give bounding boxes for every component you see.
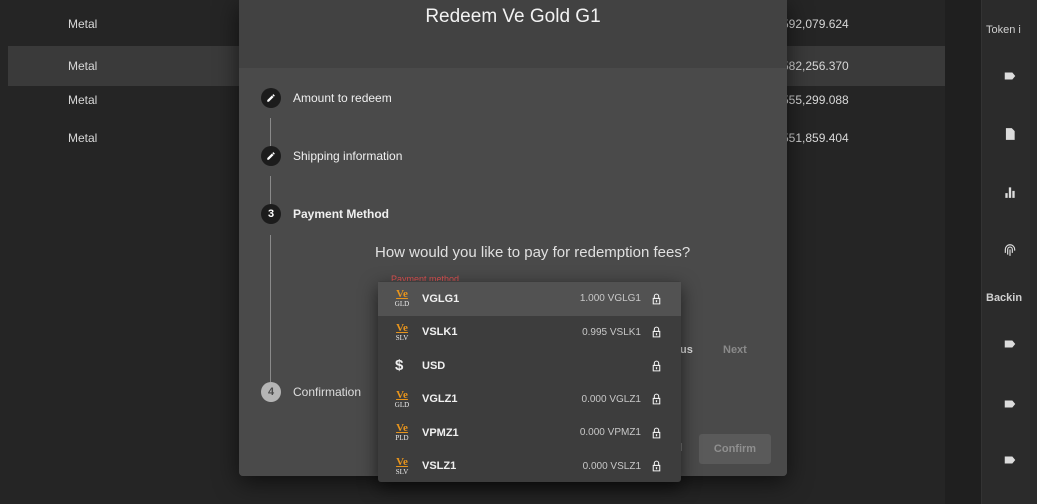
category-cell: Metal	[68, 93, 98, 107]
payment-option-vglz1[interactable]: Ve GLD VGLZ1 0.000 VGLZ1	[378, 383, 681, 417]
option-balance: 1.000 VGLG1	[579, 293, 641, 305]
right-side-panel: Token i Backin	[981, 0, 1037, 504]
step-payment-method[interactable]: 3 Payment Method	[261, 204, 389, 224]
dollar-icon: $	[395, 357, 404, 375]
confirm-button[interactable]: Confirm	[699, 434, 771, 464]
value-cell: 555,299.088	[782, 93, 849, 107]
tag-icon[interactable]	[1002, 336, 1018, 352]
bar-chart-icon[interactable]	[1002, 184, 1018, 200]
option-balance: 0.995 VSLK1	[582, 326, 641, 338]
step-label: Payment Method	[293, 207, 390, 221]
lock-icon	[650, 292, 663, 306]
backing-label: Backin	[986, 292, 1023, 304]
category-cell: Metal	[68, 131, 98, 145]
step-number: 4	[261, 382, 281, 402]
dialog-header: Redeem Ve Gold G1	[239, 0, 787, 68]
tag-icon[interactable]	[1002, 68, 1018, 84]
lock-icon	[650, 325, 663, 339]
step-label: Confirmation	[293, 385, 362, 399]
value-cell: 551,859.404	[782, 131, 849, 145]
document-icon[interactable]	[1002, 126, 1018, 142]
edit-icon	[261, 88, 281, 108]
option-balance: 0.000 VGLZ1	[581, 393, 641, 405]
edit-icon	[261, 146, 281, 166]
option-name: VGLZ1	[422, 393, 458, 406]
ve-silver-logo-icon: Ve SLV	[395, 321, 409, 342]
option-balance: 0.000 VSLZ1	[582, 460, 641, 472]
value-cell: 582,256.370	[782, 59, 849, 73]
category-cell: Metal	[68, 59, 98, 73]
ve-gold-logo-icon: Ve GLD	[394, 388, 410, 409]
lock-icon	[650, 359, 663, 373]
step-number: 3	[261, 204, 281, 224]
option-name: VSLZ1	[422, 460, 457, 473]
lock-icon	[650, 459, 663, 473]
fingerprint-icon[interactable]	[1002, 242, 1018, 258]
tag-icon[interactable]	[1002, 396, 1018, 412]
category-cell: Metal	[68, 17, 98, 31]
step-shipping-information[interactable]: Shipping information	[261, 146, 402, 166]
payment-option-vslz1[interactable]: Ve SLV VSLZ1 0.000 VSLZ1	[378, 450, 681, 484]
lock-icon	[650, 392, 663, 406]
option-name: VGLG1	[422, 292, 460, 305]
back-button-fragment[interactable]: us	[680, 344, 693, 356]
option-name: VPMZ1	[422, 426, 459, 439]
payment-option-usd[interactable]: $ USD	[378, 349, 681, 383]
ve-silver-logo-icon: Ve SLV	[395, 455, 409, 476]
option-name: USD	[422, 359, 446, 372]
payment-option-vslk1[interactable]: Ve SLV VSLK1 0.995 VSLK1	[378, 316, 681, 350]
tag-icon[interactable]	[1002, 452, 1018, 468]
step-confirmation[interactable]: 4 Confirmation	[261, 382, 361, 402]
next-button[interactable]: Next	[723, 344, 747, 356]
option-balance: 0.000 VPMZ1	[579, 427, 641, 439]
payment-option-vpmz1[interactable]: Ve PLD VPMZ1 0.000 VPMZ1	[378, 416, 681, 450]
payment-method-menu: Ve GLD VGLG1 1.000 VGLG1 Ve SLV VSLK1 0.…	[378, 281, 681, 482]
step-label: Shipping information	[293, 149, 403, 163]
lock-icon	[650, 426, 663, 440]
dialog-title: Redeem Ve Gold G1	[425, 6, 601, 27]
ve-platinum-logo-icon: Ve PLD	[395, 422, 409, 443]
step-label: Amount to redeem	[293, 91, 392, 105]
ve-gold-logo-icon: Ve GLD	[394, 288, 410, 309]
token-info-label: Token i	[986, 24, 1021, 36]
value-cell: 592,079.624	[782, 17, 849, 31]
payment-option-vglg1[interactable]: Ve GLD VGLG1 1.000 VGLG1	[378, 282, 681, 316]
step-amount-to-redeem[interactable]: Amount to redeem	[261, 88, 392, 108]
step-connector	[270, 235, 271, 382]
payment-question: How would you like to pay for redemption…	[375, 244, 691, 261]
option-name: VSLK1	[422, 326, 458, 339]
